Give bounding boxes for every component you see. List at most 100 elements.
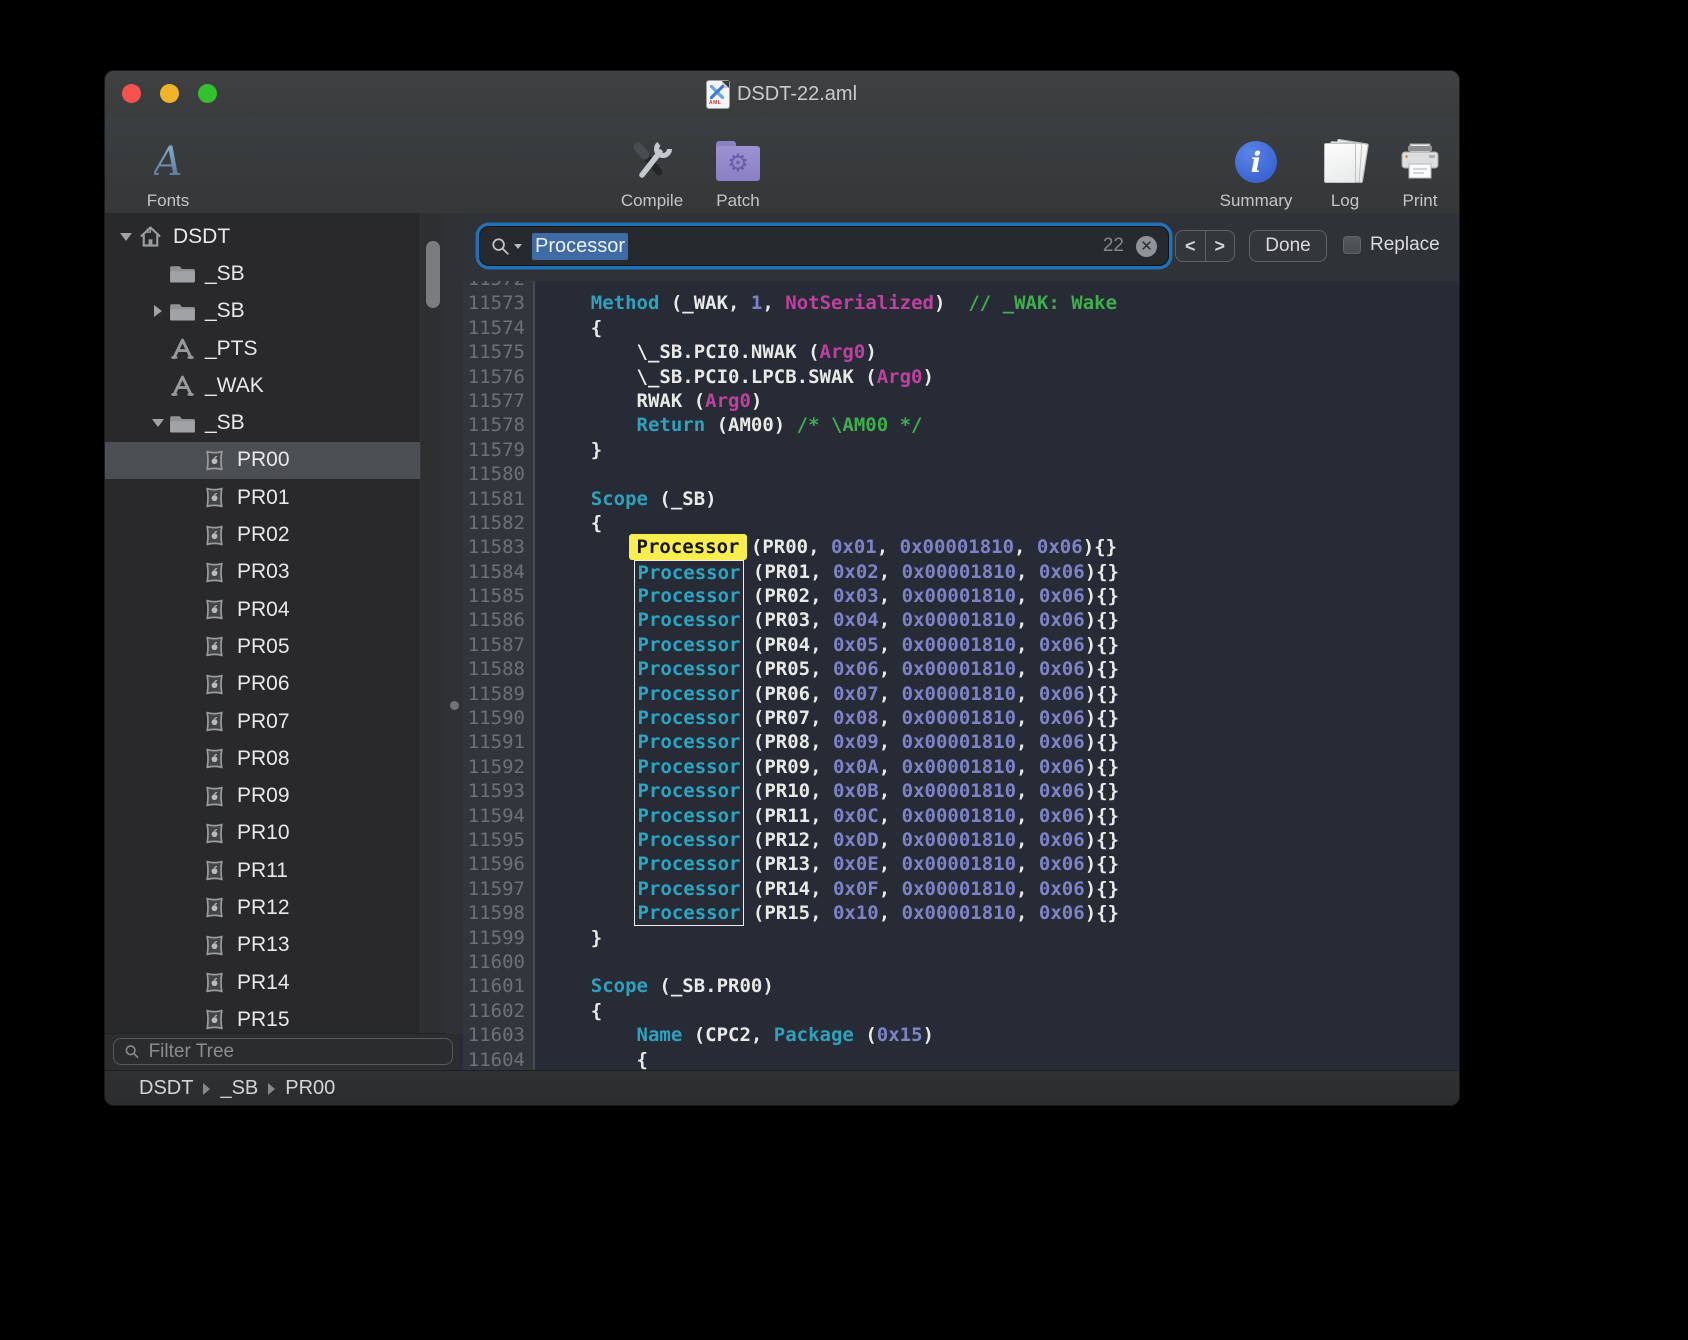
- namespace-tree: DSDT_SB_SB_PTS_WAK_SBPR00PR01PR02PR03PR0…: [105, 218, 421, 1034]
- title-bar[interactable]: AML DSDT-22.aml: [105, 71, 1459, 117]
- code-text: {: [535, 1048, 648, 1072]
- code-line[interactable]: 11578 Return (AM00) /* \AM00 */: [463, 413, 1459, 437]
- tree-item-pr03[interactable]: PR03: [105, 554, 421, 591]
- code-line[interactable]: 11595 Processor (PR12, 0x0D, 0x00001810,…: [463, 828, 1459, 852]
- tree-item-label: _SB: [205, 262, 245, 286]
- code-line[interactable]: 11573 Method (_WAK, 1, NotSerialized) //…: [463, 291, 1459, 315]
- clear-search-icon[interactable]: ✕: [1136, 236, 1157, 257]
- code-line[interactable]: 11580: [463, 462, 1459, 486]
- print-button[interactable]: Print: [1365, 123, 1460, 209]
- code-text: RWAK (Arg0): [535, 389, 762, 413]
- code-line[interactable]: 11575 \_SB.PCI0.NWAK (Arg0): [463, 340, 1459, 364]
- tree-item-pr08[interactable]: PR08: [105, 740, 421, 777]
- code-line[interactable]: 11579 }: [463, 438, 1459, 462]
- tree-item-pr04[interactable]: PR04: [105, 591, 421, 628]
- split-divider[interactable]: [445, 213, 463, 1034]
- tree-item-pr09[interactable]: PR09: [105, 777, 421, 814]
- processor-icon: [201, 1006, 228, 1033]
- breadcrumb-item[interactable]: DSDT: [139, 1077, 193, 1100]
- tree-item-pr02[interactable]: PR02: [105, 516, 421, 553]
- disclosure-triangle-icon[interactable]: [115, 233, 137, 241]
- code-text: [535, 950, 545, 974]
- code-line[interactable]: 11602 {: [463, 999, 1459, 1023]
- sidebar-scrollbar[interactable]: [420, 213, 445, 1034]
- code-line[interactable]: 11599 }: [463, 926, 1459, 950]
- done-button[interactable]: Done: [1249, 230, 1327, 262]
- code-line[interactable]: 11577 RWAK (Arg0): [463, 389, 1459, 413]
- disclosure-triangle-icon[interactable]: [147, 305, 169, 317]
- code-line[interactable]: 11604 {: [463, 1048, 1459, 1072]
- code-text: }: [535, 926, 602, 950]
- breadcrumb-item[interactable]: _SB: [220, 1077, 258, 1100]
- code-line[interactable]: 11584 Processor (PR01, 0x02, 0x00001810,…: [463, 560, 1459, 584]
- code-line[interactable]: 11594 Processor (PR11, 0x0C, 0x00001810,…: [463, 804, 1459, 828]
- code-line[interactable]: 11592 Processor (PR09, 0x0A, 0x00001810,…: [463, 755, 1459, 779]
- code-text: [535, 462, 545, 486]
- code-line[interactable]: 11597 Processor (PR14, 0x0F, 0x00001810,…: [463, 877, 1459, 901]
- tree-item-pr06[interactable]: PR06: [105, 666, 421, 703]
- tree-item-pr00[interactable]: PR00: [105, 442, 421, 479]
- code-line[interactable]: 11587 Processor (PR04, 0x05, 0x00001810,…: [463, 633, 1459, 657]
- folder-icon: [169, 298, 196, 325]
- line-number: 11589: [463, 682, 535, 706]
- next-match-button[interactable]: >: [1206, 231, 1235, 261]
- code-line[interactable]: 11600: [463, 950, 1459, 974]
- tree-item-pr14[interactable]: PR14: [105, 964, 421, 1001]
- tree-item-pr01[interactable]: PR01: [105, 479, 421, 516]
- fonts-icon: A: [154, 140, 183, 184]
- filter-tree-input[interactable]: [147, 1040, 442, 1064]
- tree-item-pr12[interactable]: PR12: [105, 889, 421, 926]
- code-line[interactable]: 11590 Processor (PR07, 0x08, 0x00001810,…: [463, 706, 1459, 730]
- code-line[interactable]: 11598 Processor (PR15, 0x10, 0x00001810,…: [463, 901, 1459, 925]
- code-line[interactable]: 11589 Processor (PR06, 0x07, 0x00001810,…: [463, 682, 1459, 706]
- tree-item-_wak[interactable]: _WAK: [105, 367, 421, 404]
- tree-item-pr11[interactable]: PR11: [105, 852, 421, 889]
- line-number: 11602: [463, 999, 535, 1023]
- tree-item-_sb[interactable]: _SB: [105, 293, 421, 330]
- breadcrumb-item[interactable]: PR00: [285, 1077, 335, 1100]
- line-number: 11586: [463, 608, 535, 632]
- tree-item-pr15[interactable]: PR15: [105, 1001, 421, 1034]
- fonts-button[interactable]: A Fonts: [113, 123, 223, 209]
- code-line[interactable]: 11586 Processor (PR03, 0x04, 0x00001810,…: [463, 608, 1459, 632]
- code-line[interactable]: 11588 Processor (PR05, 0x06, 0x00001810,…: [463, 657, 1459, 681]
- code-line[interactable]: 11603 Name (CPC2, Package (0x15): [463, 1023, 1459, 1047]
- line-number: 11592: [463, 755, 535, 779]
- tree-item-_pts[interactable]: _PTS: [105, 330, 421, 367]
- scrollbar-thumb[interactable]: [426, 241, 440, 308]
- tree-item-_sb[interactable]: _SB: [105, 404, 421, 441]
- code-line[interactable]: 11576 \_SB.PCI0.LPCB.SWAK (Arg0): [463, 365, 1459, 389]
- patch-button[interactable]: ⚙ Patch: [683, 123, 793, 209]
- line-number: 11584: [463, 560, 535, 584]
- split-handle[interactable]: [450, 701, 459, 710]
- code-line[interactable]: 11591 Processor (PR08, 0x09, 0x00001810,…: [463, 730, 1459, 754]
- code-line[interactable]: 11596 Processor (PR13, 0x0E, 0x00001810,…: [463, 852, 1459, 876]
- code-line[interactable]: 11585 Processor (PR02, 0x03, 0x00001810,…: [463, 584, 1459, 608]
- code-line[interactable]: 11582 {: [463, 511, 1459, 535]
- code-line[interactable]: 11574 {: [463, 316, 1459, 340]
- code-editor[interactable]: 1157211573 Method (_WAK, 1, NotSerialize…: [463, 281, 1459, 1071]
- code-line[interactable]: 11593 Processor (PR10, 0x0B, 0x00001810,…: [463, 779, 1459, 803]
- tree-item-_sb[interactable]: _SB: [105, 255, 421, 292]
- tree-item-pr13[interactable]: PR13: [105, 927, 421, 964]
- search-input[interactable]: Processor 22 ✕: [479, 226, 1169, 266]
- editor-pane: Processor 22 ✕ < > Done Replace 11572115…: [463, 213, 1459, 1071]
- tree-item-pr10[interactable]: PR10: [105, 815, 421, 852]
- filter-field[interactable]: [113, 1038, 453, 1065]
- house-icon: [137, 223, 164, 250]
- code-line[interactable]: 11581 Scope (_SB): [463, 487, 1459, 511]
- match-count: 22: [1103, 235, 1124, 257]
- code-line[interactable]: 11601 Scope (_SB.PR00): [463, 974, 1459, 998]
- replace-checkbox[interactable]: [1343, 236, 1361, 254]
- tree-item-pr05[interactable]: PR05: [105, 628, 421, 665]
- code-line[interactable]: 11572: [463, 281, 1459, 291]
- previous-match-button[interactable]: <: [1176, 231, 1206, 261]
- code-line[interactable]: 11583 Processor (PR00, 0x01, 0x00001810,…: [463, 535, 1459, 559]
- tree-item-dsdt[interactable]: DSDT: [105, 218, 421, 255]
- tree-item-pr07[interactable]: PR07: [105, 703, 421, 740]
- tree-item-label: PR15: [237, 1008, 290, 1032]
- disclosure-triangle-icon[interactable]: [147, 419, 169, 427]
- app-window: AML DSDT-22.aml A Fonts Compile ⚙: [104, 70, 1460, 1106]
- search-options-chevron-icon[interactable]: [514, 244, 522, 249]
- tree-item-label: PR14: [237, 971, 290, 995]
